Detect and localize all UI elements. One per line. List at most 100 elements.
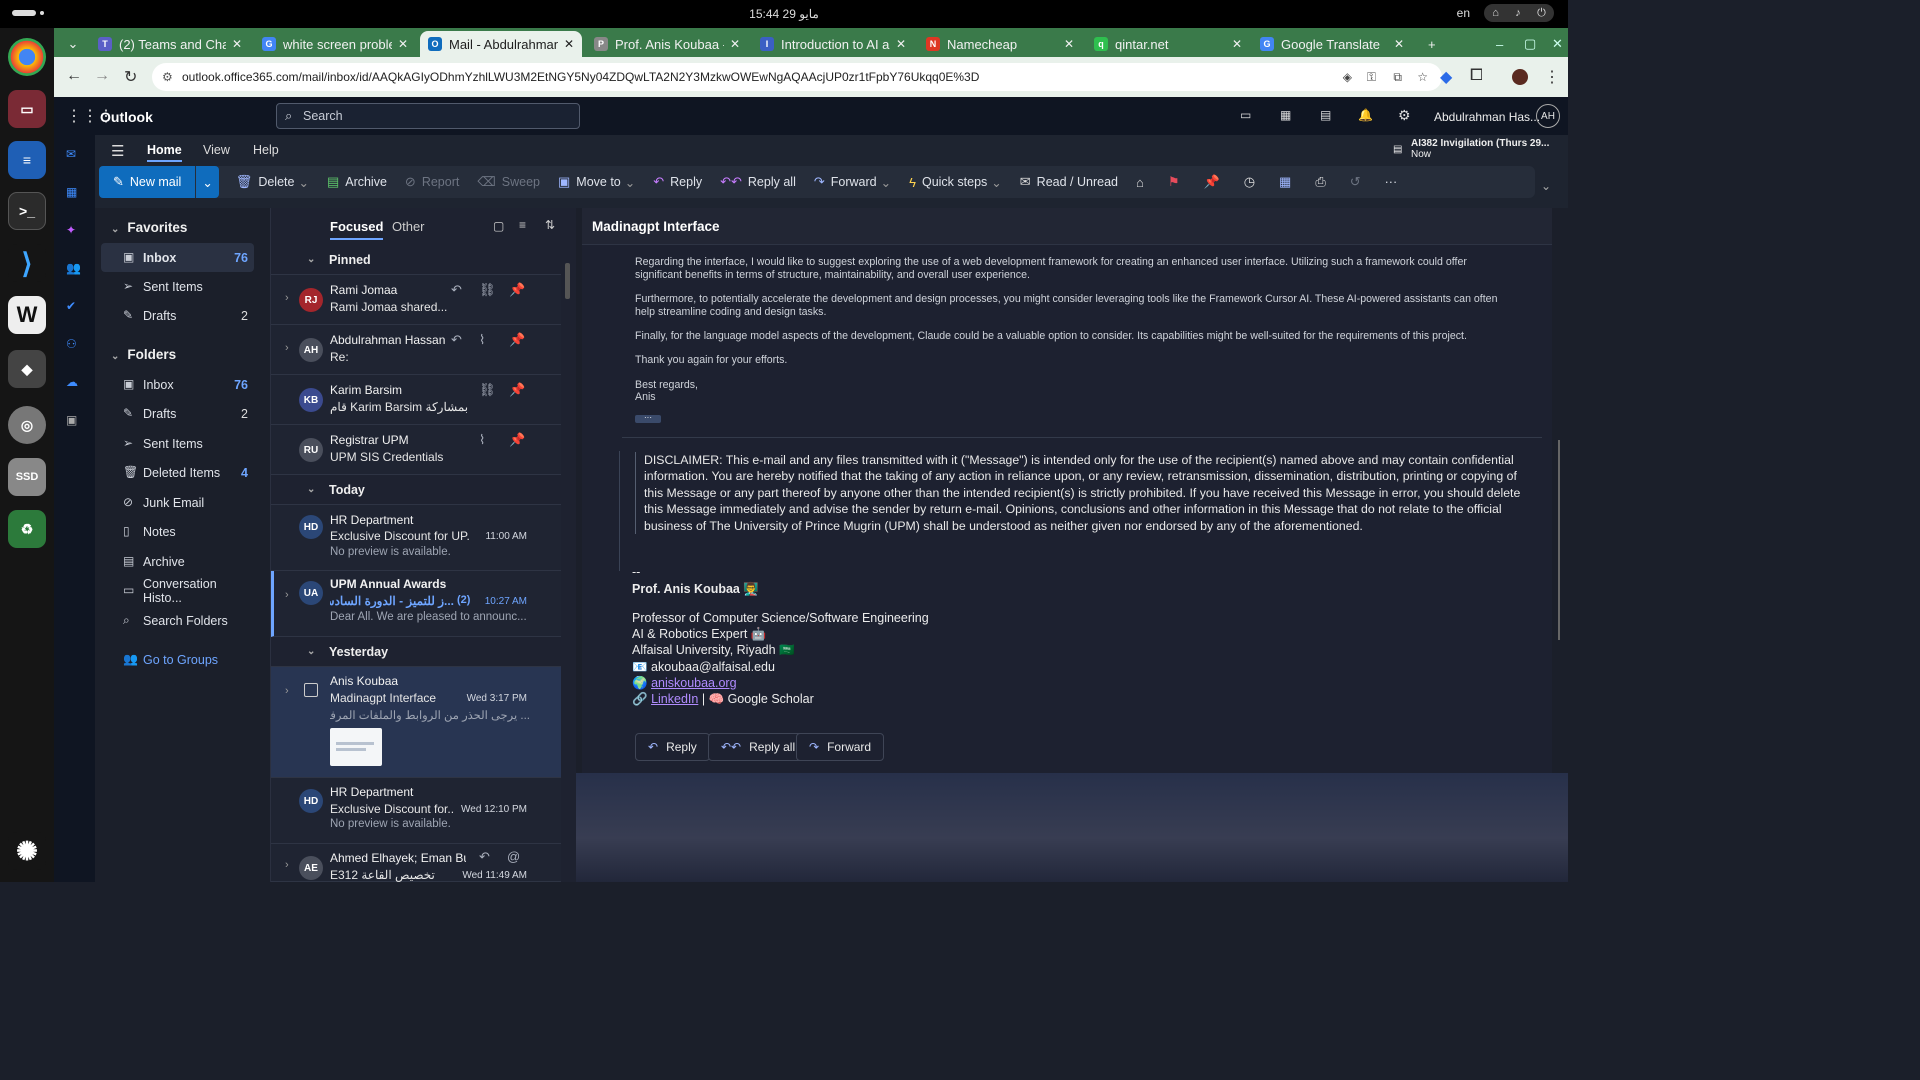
tab-other[interactable]: Other xyxy=(392,219,425,234)
onedrive-icon[interactable]: ☁ xyxy=(66,375,78,389)
quick-steps-button[interactable]: ϟ Quick steps ⌄ xyxy=(900,166,1011,198)
flag-button[interactable]: ⚑ xyxy=(1159,166,1195,198)
reply-all-button[interactable]: ↶↶ Reply all xyxy=(708,733,809,761)
folder-junk-email[interactable]: ⊘ Junk Email xyxy=(101,488,254,517)
translate-icon[interactable]: ◈ xyxy=(1343,70,1352,84)
close-icon[interactable]: ✕ xyxy=(1232,37,1242,51)
mail-icon[interactable]: ✉ xyxy=(66,147,76,161)
forward-button[interactable]: ↷ Forward xyxy=(796,733,885,761)
list-item[interactable]: › UA UPM Annual Awards ...ز للتميز - الد… xyxy=(271,571,561,637)
close-icon[interactable]: ✕ xyxy=(232,37,242,51)
people-icon[interactable]: 👥 xyxy=(66,261,81,275)
list-item-selected[interactable]: › Anis Koubaa Madinagpt Interface Wed 3:… xyxy=(271,667,561,778)
writer-icon[interactable]: ≡ xyxy=(8,141,46,179)
user-name[interactable]: Abdulrahman Has... xyxy=(1434,110,1540,124)
chevron-right-icon[interactable]: › xyxy=(285,589,289,601)
address-bar[interactable]: ⚙ outlook.office365.com/mail/inbox/id/AA… xyxy=(152,63,1442,91)
favorites-header[interactable]: ⌄ Favorites xyxy=(111,220,187,235)
tab-focused[interactable]: Focused xyxy=(330,219,384,240)
folders-header[interactable]: ⌄ Folders xyxy=(111,347,176,362)
tab-qintar[interactable]: q qintar.net ✕ xyxy=(1086,31,1250,57)
reply-all-button[interactable]: ↶↶ Reply all xyxy=(711,166,805,198)
folder-conversation-history[interactable]: ▭ Conversation Histo... xyxy=(101,576,254,605)
maximize-button[interactable]: ▢ xyxy=(1516,31,1538,57)
folder-deleted-items[interactable]: 🗑 Deleted Items 4 xyxy=(101,458,254,487)
chevron-right-icon[interactable]: › xyxy=(285,292,289,304)
reading-scrollbar[interactable] xyxy=(1556,250,1562,670)
rules-button[interactable]: ▦ xyxy=(1270,166,1306,198)
close-icon[interactable]: ✕ xyxy=(564,37,574,51)
search-input[interactable]: ⌕ Search xyxy=(276,103,580,129)
forward-button[interactable]: ↷ Forward ⌄ xyxy=(805,166,900,198)
website-link[interactable]: aniskoubaa.org xyxy=(651,676,736,690)
wps-icon[interactable]: W xyxy=(8,296,46,334)
snooze-button[interactable]: ◷ xyxy=(1235,166,1270,198)
browser-menu-icon[interactable]: ⋮ xyxy=(1544,67,1560,87)
install-icon[interactable]: ⧉ xyxy=(1393,70,1402,85)
folder-inbox[interactable]: ▣ Inbox 76 xyxy=(101,370,254,399)
reminder-card[interactable]: ▤ AI382 Invigilation (Thurs 29... Now xyxy=(1393,138,1553,160)
forward-icon[interactable]: → xyxy=(94,67,110,85)
pin-icon[interactable]: 📌 xyxy=(509,332,525,348)
sweep-button[interactable]: ⌫ Sweep xyxy=(468,166,549,198)
pin-icon[interactable]: 📌 xyxy=(509,382,525,398)
ssd-icon[interactable]: SSD xyxy=(8,458,46,496)
hamburger-icon[interactable]: ☰ xyxy=(111,142,124,160)
extension-icon[interactable]: ◆ xyxy=(1440,67,1452,87)
avatar[interactable]: AH xyxy=(1536,104,1560,128)
filter-icon[interactable]: ≡ xyxy=(519,218,526,232)
trash-icon[interactable]: ♻ xyxy=(8,510,46,548)
profile-avatar[interactable] xyxy=(1512,69,1528,85)
linkedin-link[interactable]: LinkedIn xyxy=(651,692,698,706)
new-tab-button[interactable]: + xyxy=(1420,31,1444,57)
app-name[interactable]: Outlook xyxy=(100,109,153,125)
close-icon[interactable]: ✕ xyxy=(1064,37,1074,51)
pin-button[interactable]: 📌 xyxy=(1195,166,1235,198)
list-item[interactable]: › RJ Rami Jomaa Rami Jomaa shared... ↶ ⛓… xyxy=(271,275,561,325)
reply-button[interactable]: ↶ Reply xyxy=(644,166,711,198)
chevron-right-icon[interactable]: › xyxy=(285,342,289,354)
sort-icon[interactable]: ⇅ xyxy=(545,218,555,232)
back-icon[interactable]: ← xyxy=(66,67,82,85)
tab-help[interactable]: Help xyxy=(253,143,279,157)
archive-button[interactable]: ▤ Archive xyxy=(318,166,396,198)
chevron-down-icon[interactable]: ⌄ xyxy=(1541,179,1551,193)
move-to-button[interactable]: ▣ Move to ⌄ xyxy=(549,166,644,198)
undo-button[interactable]: ↺ xyxy=(1341,166,1376,198)
favorite-inbox[interactable]: ▣ Inbox 76 xyxy=(101,243,254,272)
close-icon[interactable]: ✕ xyxy=(896,37,906,51)
chrome-icon[interactable] xyxy=(8,38,46,76)
meet-now-icon[interactable]: ▭ xyxy=(1240,108,1251,122)
extensions-puzzle-icon[interactable]: ⧠ xyxy=(1470,67,1483,85)
close-icon[interactable]: ✕ xyxy=(730,37,740,51)
bookmark-star-icon[interactable]: ☆ xyxy=(1417,70,1428,84)
tab-view[interactable]: View xyxy=(203,143,230,157)
pin-icon[interactable]: 📌 xyxy=(509,432,525,448)
read-unread-button[interactable]: ✉ Read / Unread xyxy=(1011,166,1127,198)
new-mail-dropdown[interactable]: ⌄ xyxy=(196,166,219,198)
org-icon[interactable]: ⚇ xyxy=(66,337,77,351)
group-header-today[interactable]: ⌄ Today xyxy=(271,475,561,505)
todo-icon[interactable]: ✔ xyxy=(66,299,76,313)
list-item[interactable]: KB Karim Barsim قام Karim Barsim بمشاركة… xyxy=(271,375,561,425)
teams-icon[interactable]: ▦ xyxy=(1280,108,1291,122)
delete-button[interactable]: 🗑 Delete ⌄ xyxy=(227,166,318,198)
tab-teams[interactable]: T (2) Teams and Chan ✕ xyxy=(90,31,250,57)
close-window-button[interactable]: ✕ xyxy=(1544,31,1566,57)
site-info-icon[interactable]: ⚙ xyxy=(162,70,173,84)
chevron-right-icon[interactable]: › xyxy=(285,859,289,871)
favorite-sent-items[interactable]: ➢ Sent Items xyxy=(101,272,254,301)
more-apps-icon[interactable]: ▣ xyxy=(66,413,77,427)
close-icon[interactable]: ✕ xyxy=(1394,37,1404,51)
folder-notes[interactable]: ▯ Notes xyxy=(101,517,254,546)
tab-google-translate[interactable]: G Google Translate ✕ xyxy=(1252,31,1412,57)
list-item[interactable]: RU Registrar UPM UPM SIS Credentials ⌇ 📌 xyxy=(271,425,561,475)
tab-search-button[interactable]: ⌄ xyxy=(58,31,88,57)
minimize-button[interactable]: – xyxy=(1488,31,1510,57)
tab-anis-koubaa[interactable]: P Prof. Anis Koubaa - ✕ xyxy=(586,31,748,57)
folder-sent-items[interactable]: ➢ Sent Items xyxy=(101,429,254,458)
tab-namecheap[interactable]: N Namecheap ✕ xyxy=(918,31,1082,57)
tab-white-screen[interactable]: Gwhite screen proble ✕ xyxy=(254,31,416,57)
gear-icon[interactable]: ⚙ xyxy=(1398,107,1411,124)
calendar-icon[interactable]: ▦ xyxy=(66,185,77,199)
